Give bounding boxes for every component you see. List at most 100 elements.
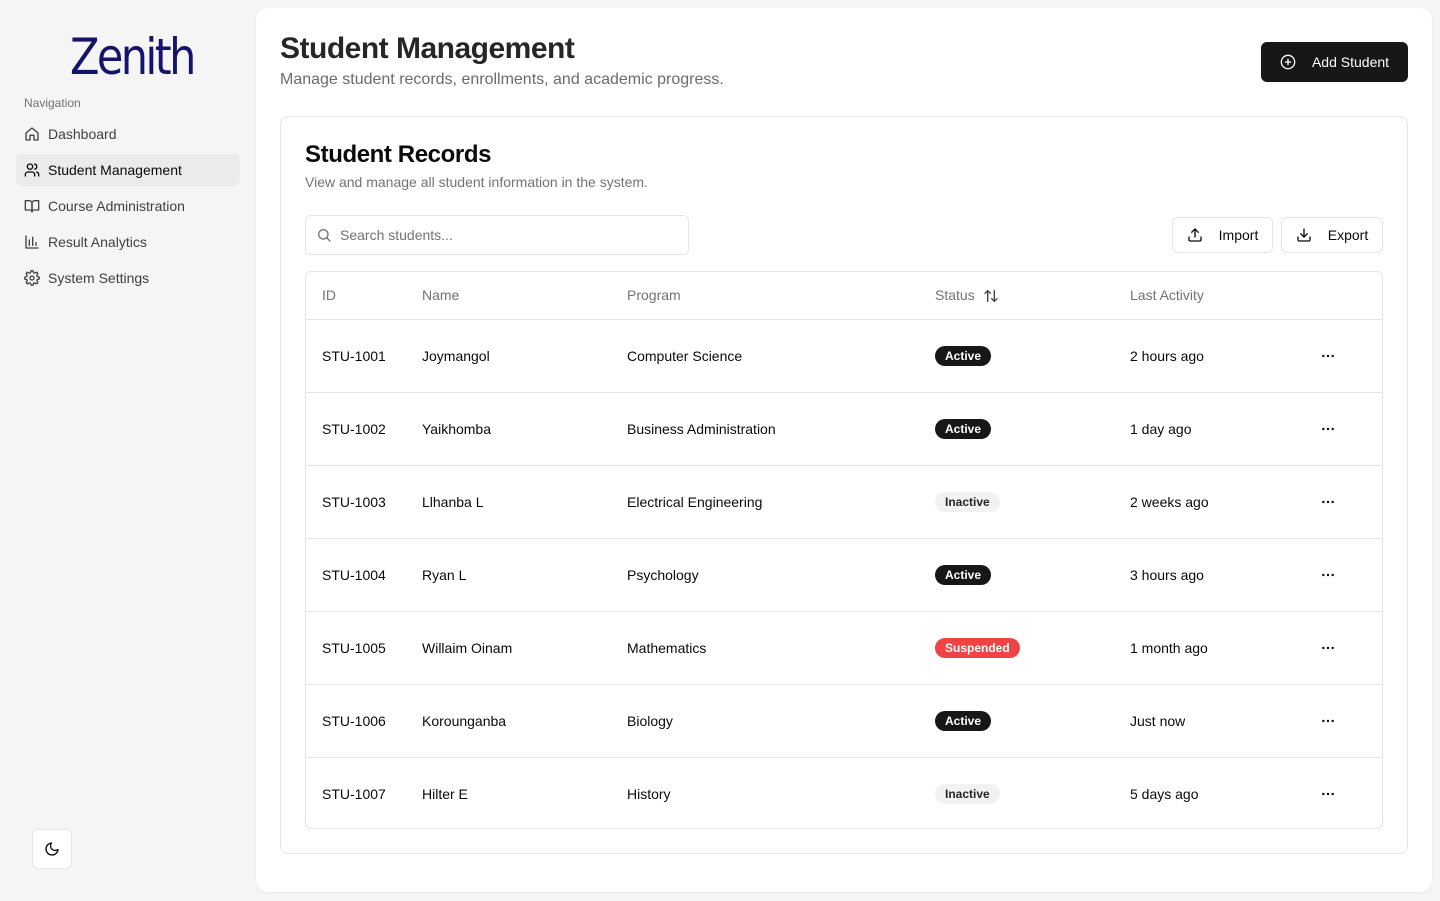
student-name-cell: Willaim Oinam <box>422 639 513 656</box>
table-row[interactable]: STU-1002 Yaikhomba Business Administration… <box>306 392 1382 465</box>
download-icon <box>1296 227 1312 243</box>
student-status-cell: Inactive <box>919 757 1114 828</box>
student-activity-cell: 1 month ago <box>1130 639 1208 656</box>
column-header-status-label: Status <box>935 286 975 303</box>
sidebar: Zenith Navigation Dashboard Student Mana… <box>0 0 256 901</box>
page-subtitle: Manage student records, enrollments, and… <box>280 71 724 88</box>
status-badge: Active <box>935 345 992 366</box>
export-button[interactable]: Export <box>1281 217 1383 253</box>
status-badge: Active <box>935 710 992 731</box>
more-actions-icon[interactable] <box>1320 567 1336 583</box>
sidebar-item-system-settings[interactable]: System Settings <box>16 262 240 294</box>
import-label: Import <box>1218 227 1259 243</box>
more-actions-icon[interactable] <box>1320 640 1336 656</box>
status-badge: Suspended <box>935 637 1020 658</box>
status-badge: Inactive <box>935 491 1000 512</box>
sidebar-nav: Dashboard Student Management Course Admi… <box>16 118 240 298</box>
student-activity-cell: 3 hours ago <box>1130 566 1204 583</box>
student-actions-cell <box>1304 611 1382 684</box>
card-title: Student Records <box>305 141 492 168</box>
student-activity-cell: 5 days ago <box>1130 785 1199 802</box>
book-icon <box>24 198 40 214</box>
more-actions-icon[interactable] <box>1320 494 1336 510</box>
plus-circle-icon <box>1280 54 1296 70</box>
sidebar-item-result-analytics[interactable]: Result Analytics <box>16 226 240 258</box>
app-logo[interactable]: Zenith <box>70 28 196 86</box>
status-badge: Active <box>935 418 992 439</box>
student-activity-cell: 2 weeks ago <box>1130 493 1209 510</box>
users-icon <box>24 162 40 178</box>
student-actions-cell <box>1304 392 1382 465</box>
sidebar-item-student-management[interactable]: Student Management <box>16 154 240 186</box>
student-id-cell: STU-1005 <box>322 639 386 656</box>
student-name-cell: Llhanba L <box>422 493 484 510</box>
student-id-cell: STU-1003 <box>322 493 386 510</box>
table-row[interactable]: STU-1001 Joymangol Computer Science Active 2… <box>306 319 1382 392</box>
more-actions-icon[interactable] <box>1320 348 1336 364</box>
sidebar-item-label: Student Management <box>48 162 182 178</box>
student-name-cell: Hilter E <box>422 785 468 802</box>
card-subtitle: View and manage all student information … <box>305 174 648 190</box>
student-program-cell: Biology <box>627 712 673 729</box>
add-student-button[interactable]: Add Student <box>1261 42 1408 82</box>
sidebar-item-label: Course Administration <box>48 198 185 214</box>
student-actions-cell <box>1304 684 1382 757</box>
student-name-cell: Joymangol <box>422 347 490 364</box>
student-id-cell: STU-1001 <box>322 347 386 364</box>
more-actions-icon[interactable] <box>1320 713 1336 729</box>
student-id-cell: STU-1006 <box>322 712 386 729</box>
status-badge: Inactive <box>935 783 1000 804</box>
column-header-id: ID <box>322 287 336 304</box>
student-status-cell: Active <box>919 392 1114 465</box>
student-status-cell: Active <box>919 538 1114 611</box>
page-title: Student Management <box>280 32 575 65</box>
student-activity-cell: 2 hours ago <box>1130 347 1204 364</box>
sidebar-item-course-administration[interactable]: Course Administration <box>16 190 240 222</box>
students-table: ID Name Program Status Last Activity STU… <box>305 271 1383 829</box>
student-name-cell: Ryan L <box>422 566 467 583</box>
student-name-cell: Yaikhomba <box>422 420 492 437</box>
more-actions-icon[interactable] <box>1320 421 1336 437</box>
upload-icon <box>1187 227 1203 243</box>
sidebar-item-label: Dashboard <box>48 126 117 142</box>
column-header-name: Name <box>422 287 460 304</box>
sort-icon[interactable] <box>983 288 999 304</box>
table-row[interactable]: STU-1003 Llhanba L Electrical Engineering I… <box>306 465 1382 538</box>
student-program-cell: Business Administration <box>627 420 776 437</box>
gear-icon <box>24 270 40 286</box>
table-row[interactable]: STU-1007 Hilter E History Inactive 5 days ag… <box>306 757 1382 828</box>
search-input[interactable] <box>340 227 670 243</box>
student-id-cell: STU-1002 <box>322 420 386 437</box>
table-row[interactable]: STU-1004 Ryan L Psychology Active 3 hours ag… <box>306 538 1382 611</box>
column-header-program: Program <box>627 287 681 304</box>
student-records-card: Student Records View and manage all stud… <box>280 116 1408 854</box>
student-program-cell: History <box>627 785 671 802</box>
home-icon <box>24 126 40 142</box>
sidebar-item-dashboard[interactable]: Dashboard <box>16 118 240 150</box>
student-status-cell: Suspended <box>919 611 1114 684</box>
table-row[interactable]: STU-1005 Willaim Oinam Mathematics Suspende… <box>306 611 1382 684</box>
student-id-cell: STU-1004 <box>322 566 386 583</box>
export-label: Export <box>1327 227 1369 243</box>
student-status-cell: Inactive <box>919 465 1114 538</box>
student-status-cell: Active <box>919 684 1114 757</box>
student-program-cell: Mathematics <box>627 639 707 656</box>
table-header-row: ID Name Program Status Last Activity <box>306 272 1382 319</box>
import-button[interactable]: Import <box>1172 217 1273 253</box>
column-header-status[interactable]: Status <box>919 272 1114 319</box>
nav-heading: Navigation <box>24 96 81 110</box>
add-student-label: Add Student <box>1311 54 1390 70</box>
student-name-cell: Korounganba <box>422 712 507 729</box>
main-panel: Student Management Manage student record… <box>256 8 1432 892</box>
student-activity-cell: Just now <box>1130 712 1186 729</box>
theme-toggle-button[interactable] <box>32 829 72 869</box>
student-program-cell: Psychology <box>627 566 699 583</box>
column-header-actions <box>1304 272 1382 319</box>
student-actions-cell <box>1304 757 1382 828</box>
table-row[interactable]: STU-1006 Korounganba Biology Active Just now <box>306 684 1382 757</box>
more-actions-icon[interactable] <box>1320 786 1336 802</box>
student-actions-cell <box>1304 538 1382 611</box>
student-status-cell: Active <box>919 319 1114 392</box>
student-actions-cell <box>1304 319 1382 392</box>
table-body: STU-1001 Joymangol Computer Science Active 2… <box>306 319 1382 828</box>
